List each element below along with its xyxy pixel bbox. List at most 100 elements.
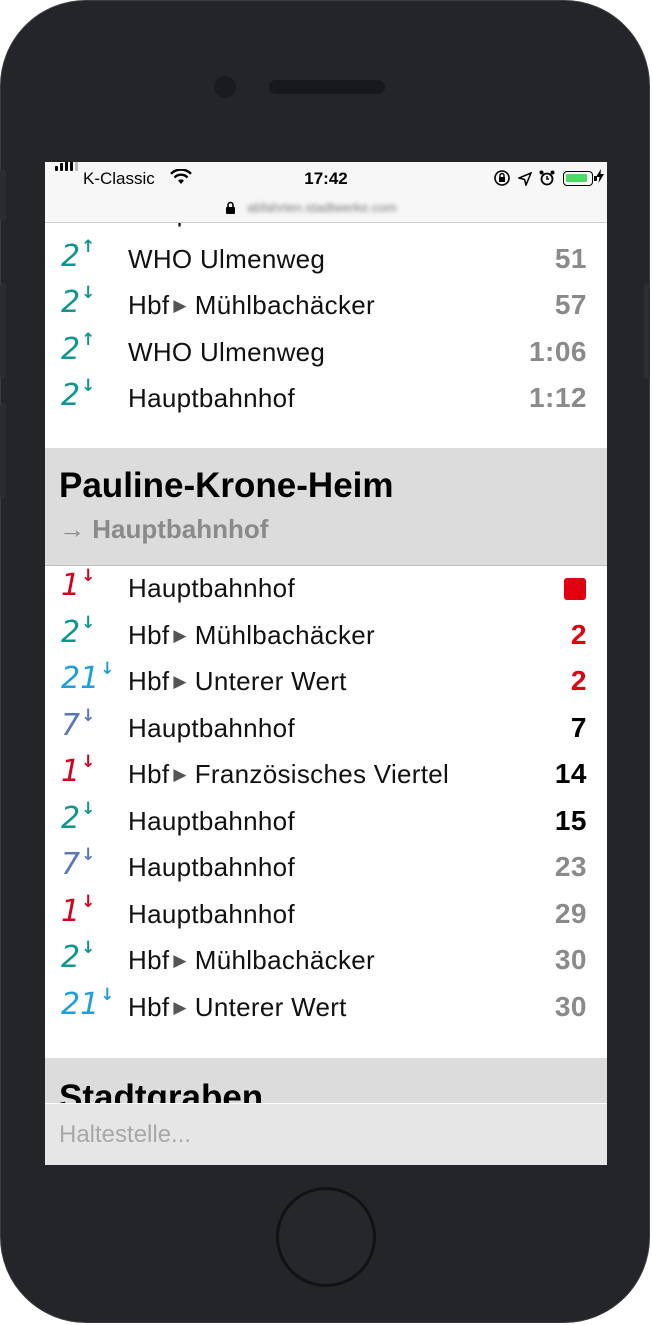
via-triangle-icon: ▶ — [173, 765, 187, 784]
line-number-text: 2 — [61, 223, 80, 227]
rotation-lock-icon — [493, 169, 511, 192]
line-number-text: 2 — [61, 614, 81, 650]
departure-minutes: 1:12 — [528, 382, 587, 413]
destination: Hbf ▶ Mühlbachäcker — [128, 620, 375, 651]
via-text: Unterer Wert — [194, 666, 347, 696]
line-number: 2↓ — [61, 223, 95, 227]
departure-minutes: 2 — [570, 618, 587, 650]
volume-up-button — [0, 283, 6, 379]
via-text: Mühlbachäcker — [194, 290, 375, 320]
via-text: Mühlbachäcker — [194, 619, 375, 650]
previous-stop-departures: 2↓Hauptbahnhof422↑WHO Ulmenweg512↓Hbf▶Mü… — [45, 223, 607, 420]
line-number: 2↓ — [61, 938, 96, 975]
phone-frame: K-Classic 17:42 abfahrten.stadtwerke.com… — [0, 0, 650, 1323]
destination: WHO Ulmenweg — [128, 244, 325, 275]
direction-arrow-icon: ↓ — [81, 938, 96, 958]
power-button — [644, 283, 650, 379]
stop-header[interactable]: Pauline-Krone-Heim → Hauptbahnhof — [45, 448, 607, 566]
line-number-text: 2 — [61, 940, 81, 975]
line-number: 2↓ — [61, 798, 96, 836]
line-number-text: 1 — [61, 754, 81, 789]
url-text: abfahrten.stadtwerke.com — [247, 200, 397, 215]
destination-text: Hauptbahnhof — [128, 852, 295, 882]
destination-text: Hbf — [128, 945, 170, 975]
stop-direction: → Hauptbahnhof — [59, 514, 269, 544]
charging-icon — [596, 168, 604, 188]
destination: WHO Ulmenweg — [128, 337, 325, 368]
via-triangle-icon: ▶ — [173, 625, 187, 645]
line-number: 2↓ — [61, 283, 96, 320]
departure-minutes: 7 — [570, 711, 587, 743]
destination: Hauptbahnhof — [128, 383, 295, 414]
next-stop-header[interactable]: Stadtgraben — [45, 1058, 607, 1103]
via-text: Mühlbachäcker — [194, 945, 375, 975]
departure-row[interactable]: 2↑ WHO Ulmenweg 51 — [45, 234, 607, 281]
departure-row[interactable]: 2↓ Hauptbahnhof 15 — [45, 796, 607, 843]
line-number: 1↓ — [61, 892, 95, 929]
line-number: 2↓ — [61, 376, 95, 413]
departure-row[interactable]: 1↓ Hbf ▶ Französisches Viertel 14 — [45, 749, 607, 796]
departure-row[interactable]: 2↑ WHO Ulmenweg 1:06 — [45, 327, 607, 374]
via-triangle-icon: ▶ — [173, 672, 187, 691]
direction-arrow-icon: ↓ — [100, 984, 115, 1005]
line-number-text: 7 — [61, 847, 81, 882]
destination: Hauptbahnhof — [128, 573, 295, 604]
destination-text: Hauptbahnhof — [128, 383, 295, 413]
departure-row[interactable]: 2↓ Hbf ▶ Mühlbachäcker 2 — [45, 610, 607, 657]
lock-icon — [225, 201, 236, 220]
departure-row[interactable]: 2↓ Hbf ▶ Mühlbachäcker 30 — [45, 935, 607, 982]
line-number: 2↑ — [61, 236, 96, 274]
destination: Hauptbahnhof — [128, 713, 295, 744]
line-number: 21↓ — [61, 984, 115, 1022]
line-number-text: 2 — [61, 238, 81, 274]
next-stop-name: Stadtgraben — [59, 1078, 264, 1103]
line-number-text: 7 — [61, 707, 81, 743]
direction-arrow-icon: ↓ — [81, 283, 96, 303]
destination-text: WHO Ulmenweg — [128, 336, 326, 367]
departure-minutes: 29 — [554, 897, 587, 929]
departure-minutes: 30 — [554, 990, 587, 1022]
destination-text: Hauptbahnhof — [128, 223, 295, 227]
destination-text: Hbf — [128, 619, 170, 650]
direction-arrow-icon: ↓ — [81, 845, 96, 865]
direction-arrow-icon: ↑ — [81, 236, 96, 257]
departure-row[interactable]: 21↓ Hbf ▶ Unterer Wert 30 — [45, 982, 607, 1029]
direction-arrow-icon: ↑ — [81, 329, 96, 350]
line-number: 21↓ — [61, 659, 114, 696]
departure-row[interactable]: 7↓ Hauptbahnhof 23 — [45, 842, 607, 889]
departure-row[interactable]: 2↓ Hauptbahnhof 1:12 — [45, 373, 607, 420]
line-number-text: 2 — [61, 331, 81, 367]
home-button[interactable] — [276, 1187, 376, 1287]
departure-row[interactable]: 2↓ Hbf ▶ Mühlbachäcker 57 — [45, 280, 607, 327]
alarm-icon — [539, 170, 555, 191]
departure-minutes: 30 — [554, 944, 587, 975]
via-triangle-icon: ▶ — [173, 296, 187, 315]
location-icon — [516, 171, 533, 191]
departure-row[interactable]: 1↓ Hauptbahnhof — [45, 563, 607, 610]
departure-row[interactable]: 2↓ Hauptbahnhof 42 — [45, 223, 607, 234]
direction-arrow-icon: ↓ — [81, 798, 96, 819]
departure-row[interactable]: 7↓ Hauptbahnhof 7 — [45, 703, 607, 750]
line-number-text: 2 — [61, 285, 81, 320]
destination-text: Hauptbahnhof — [128, 898, 295, 929]
departure-row[interactable]: 1↓ Hauptbahnhof 29 — [45, 889, 607, 936]
stop-search-input[interactable] — [45, 1104, 607, 1165]
direction-arrow-icon: ↓ — [81, 612, 96, 633]
departure-minutes: 2 — [570, 665, 587, 696]
line-number: 7↓ — [61, 705, 96, 743]
departure-minutes: 42 — [555, 223, 587, 228]
departure-minutes: 23 — [554, 851, 587, 882]
earpiece-speaker — [269, 80, 385, 94]
destination: Hauptbahnhof — [128, 899, 295, 930]
url-bar[interactable]: abfahrten.stadtwerke.com — [45, 196, 607, 223]
destination: Hbf ▶ Unterer Wert — [128, 666, 347, 697]
direction-arrow-icon: ↓ — [81, 705, 96, 726]
destination: Hbf ▶ Französisches Viertel — [128, 759, 449, 790]
line-number: 1↓ — [61, 752, 95, 789]
line-number: 7↓ — [61, 845, 96, 882]
departure-row[interactable]: 21↓ Hbf ▶ Unterer Wert 2 — [45, 656, 607, 703]
departure-minutes: 1:06 — [528, 335, 587, 367]
destination-text: Hauptbahnhof — [128, 573, 295, 603]
line-number: 2↑ — [61, 329, 96, 367]
destination-text: Hbf — [128, 759, 170, 789]
